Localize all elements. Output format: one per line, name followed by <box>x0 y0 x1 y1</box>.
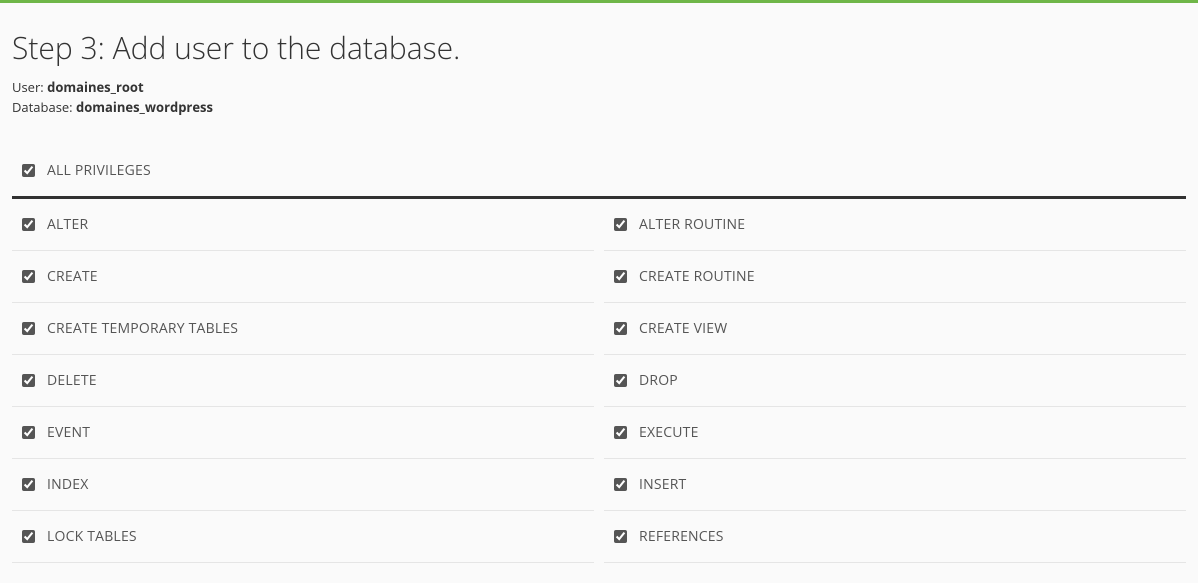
priv-create-view-checkbox[interactable] <box>614 322 627 335</box>
priv-create-view-label: CREATE VIEW <box>639 319 727 338</box>
priv-alter-row[interactable]: ALTER <box>12 199 594 251</box>
priv-create-routine-checkbox[interactable] <box>614 270 627 283</box>
priv-create-routine-label: CREATE ROUTINE <box>639 267 755 286</box>
priv-drop-checkbox[interactable] <box>614 374 627 387</box>
priv-insert-label: INSERT <box>639 475 686 494</box>
priv-delete-row[interactable]: DELETE <box>12 355 594 407</box>
priv-lock-tables-label: LOCK TABLES <box>47 527 137 546</box>
priv-lock-tables-checkbox[interactable] <box>22 530 35 543</box>
priv-create-checkbox[interactable] <box>22 270 35 283</box>
priv-create-temp-tables-row[interactable]: CREATE TEMPORARY TABLES <box>12 303 594 355</box>
all-privileges-row[interactable]: ALL PRIVILEGES <box>12 145 1186 199</box>
priv-alter-routine-checkbox[interactable] <box>614 218 627 231</box>
all-privileges-label: ALL PRIVILEGES <box>47 161 151 180</box>
priv-alter-checkbox[interactable] <box>22 218 35 231</box>
priv-drop-row[interactable]: DROP <box>604 355 1186 407</box>
priv-index-row[interactable]: INDEX <box>12 459 594 511</box>
priv-lock-tables-row[interactable]: LOCK TABLES <box>12 511 594 563</box>
priv-create-label: CREATE <box>47 267 98 286</box>
priv-create-temp-tables-checkbox[interactable] <box>22 322 35 335</box>
priv-execute-row[interactable]: EXECUTE <box>604 407 1186 459</box>
priv-alter-routine-label: ALTER ROUTINE <box>639 215 745 234</box>
priv-execute-checkbox[interactable] <box>614 426 627 439</box>
priv-create-temp-tables-label: CREATE TEMPORARY TABLES <box>47 319 238 338</box>
priv-event-row[interactable]: EVENT <box>12 407 594 459</box>
priv-alter-routine-row[interactable]: ALTER ROUTINE <box>604 199 1186 251</box>
page-title: Step 3: Add user to the database. <box>12 27 1186 68</box>
priv-insert-checkbox[interactable] <box>614 478 627 491</box>
privileges-section: ALL PRIVILEGES ALTER ALTER ROUTINE CREAT… <box>12 145 1186 563</box>
database-label: Database: <box>12 98 73 116</box>
priv-drop-label: DROP <box>639 371 678 390</box>
priv-delete-label: DELETE <box>47 371 97 390</box>
priv-alter-label: ALTER <box>47 215 88 234</box>
priv-references-label: REFERENCES <box>639 527 724 546</box>
database-line: Database: domaines_wordpress <box>12 98 1186 118</box>
all-privileges-checkbox[interactable] <box>22 164 35 177</box>
priv-event-checkbox[interactable] <box>22 426 35 439</box>
priv-insert-row[interactable]: INSERT <box>604 459 1186 511</box>
page-content: Step 3: Add user to the database. User: … <box>0 3 1198 583</box>
user-line: User: domaines_root <box>12 78 1186 98</box>
priv-create-routine-row[interactable]: CREATE ROUTINE <box>604 251 1186 303</box>
user-label: User: <box>12 78 44 96</box>
priv-create-row[interactable]: CREATE <box>12 251 594 303</box>
priv-delete-checkbox[interactable] <box>22 374 35 387</box>
priv-event-label: EVENT <box>47 423 90 442</box>
privileges-grid: ALTER ALTER ROUTINE CREATE CREATE ROUTIN… <box>12 199 1186 563</box>
priv-execute-label: EXECUTE <box>639 423 699 442</box>
priv-index-checkbox[interactable] <box>22 478 35 491</box>
priv-references-row[interactable]: REFERENCES <box>604 511 1186 563</box>
priv-index-label: INDEX <box>47 475 88 494</box>
priv-references-checkbox[interactable] <box>614 530 627 543</box>
user-value: domaines_root <box>47 78 144 96</box>
priv-create-view-row[interactable]: CREATE VIEW <box>604 303 1186 355</box>
database-value: domaines_wordpress <box>76 98 213 116</box>
